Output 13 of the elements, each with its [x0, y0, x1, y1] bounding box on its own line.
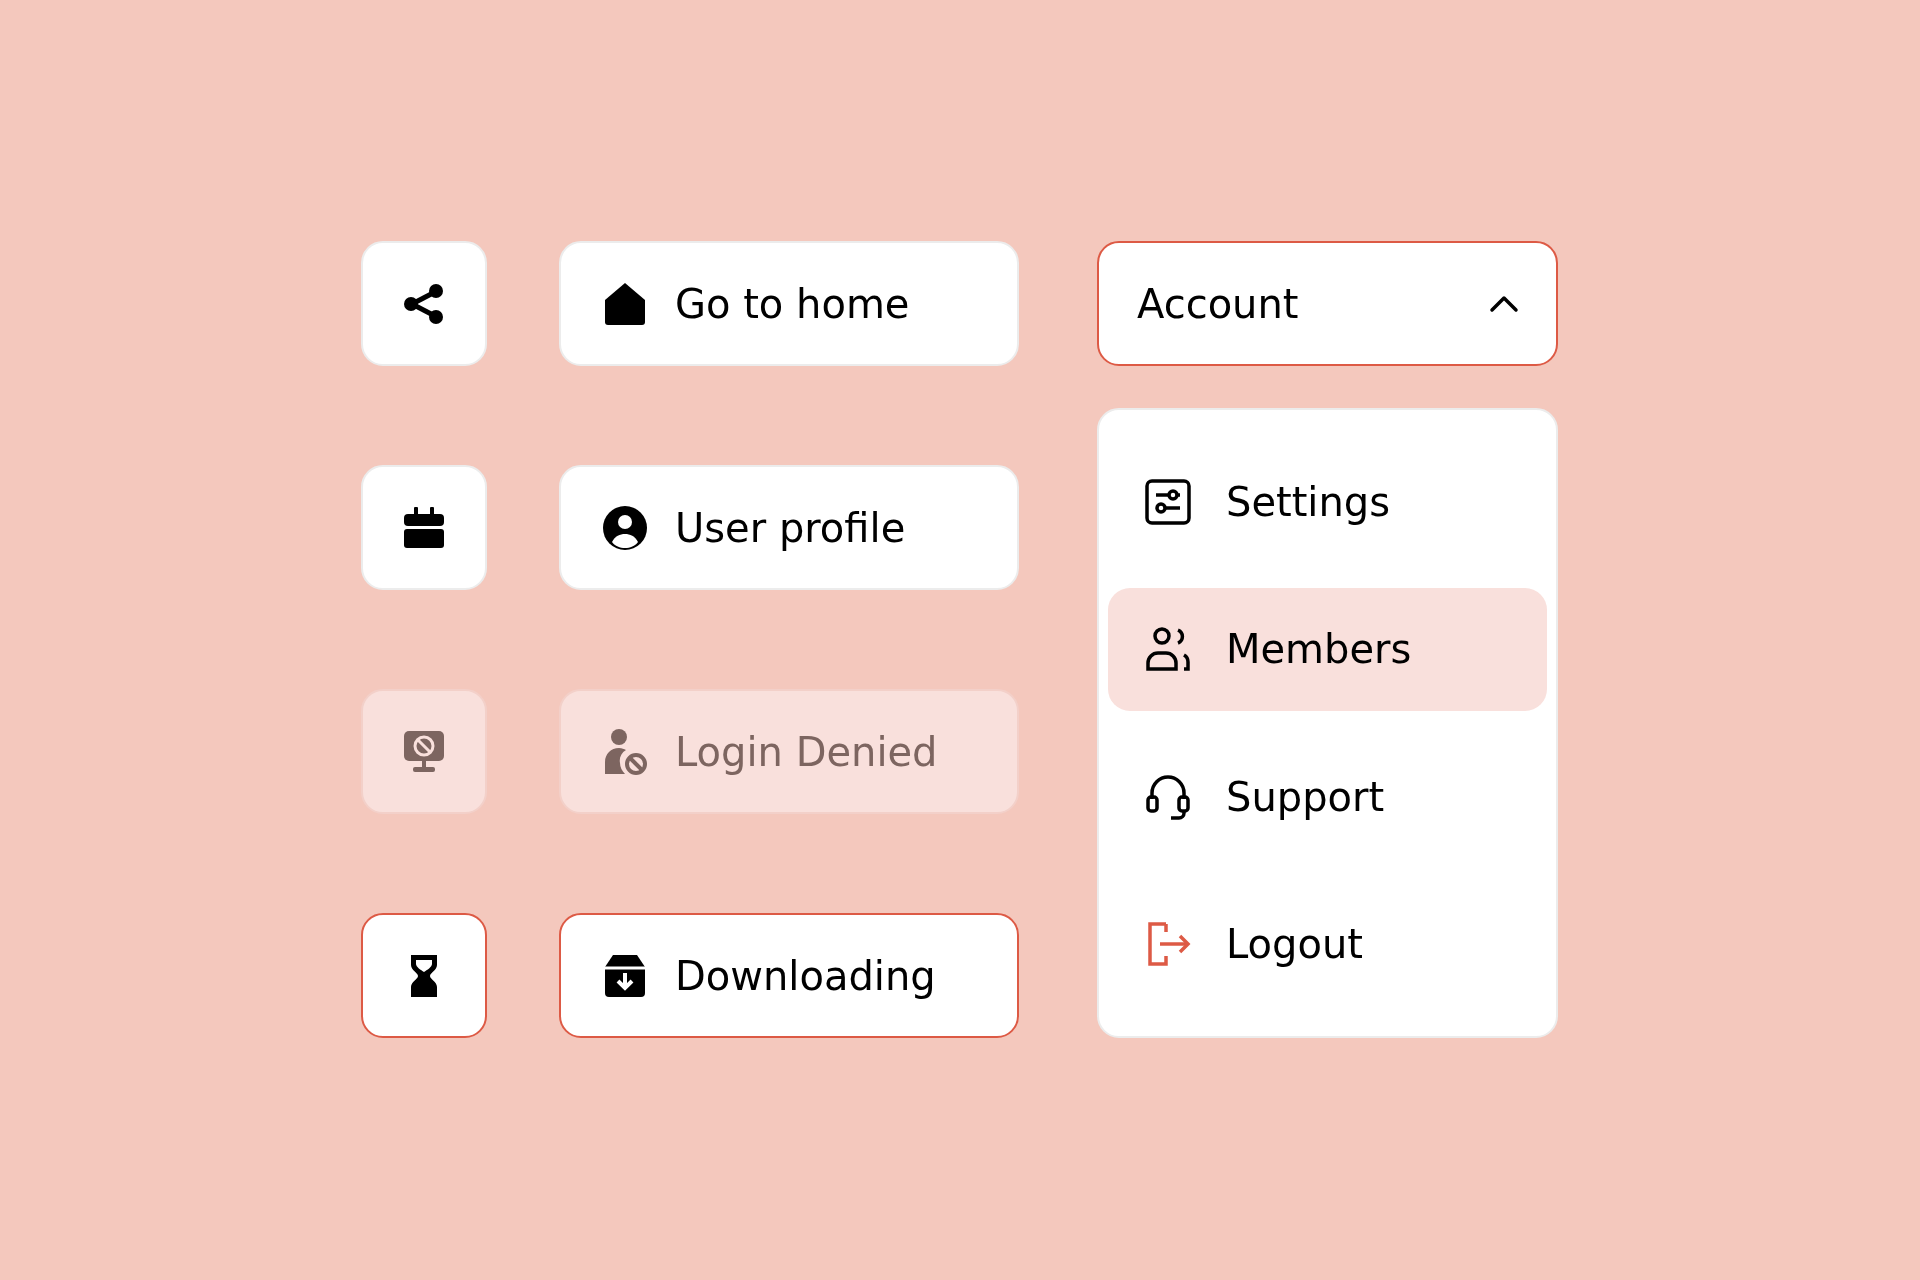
menu-item[interactable]: Support: [1108, 735, 1547, 859]
menu-item[interactable]: Settings: [1108, 440, 1547, 564]
button[interactable]: Go to home: [559, 241, 1019, 366]
account-dropdown[interactable]: Account: [1097, 241, 1558, 366]
menu-item[interactable]: Logout: [1108, 882, 1547, 1006]
members-icon: [1144, 625, 1192, 674]
button[interactable]: User profile: [559, 465, 1019, 590]
sliders-icon: [1144, 477, 1192, 526]
menu-item[interactable]: Members: [1108, 587, 1547, 711]
user-icon: [601, 503, 649, 552]
button[interactable]: Downloading: [559, 913, 1019, 1038]
headset-icon: [1144, 772, 1192, 821]
icon-button[interactable]: [361, 913, 487, 1038]
